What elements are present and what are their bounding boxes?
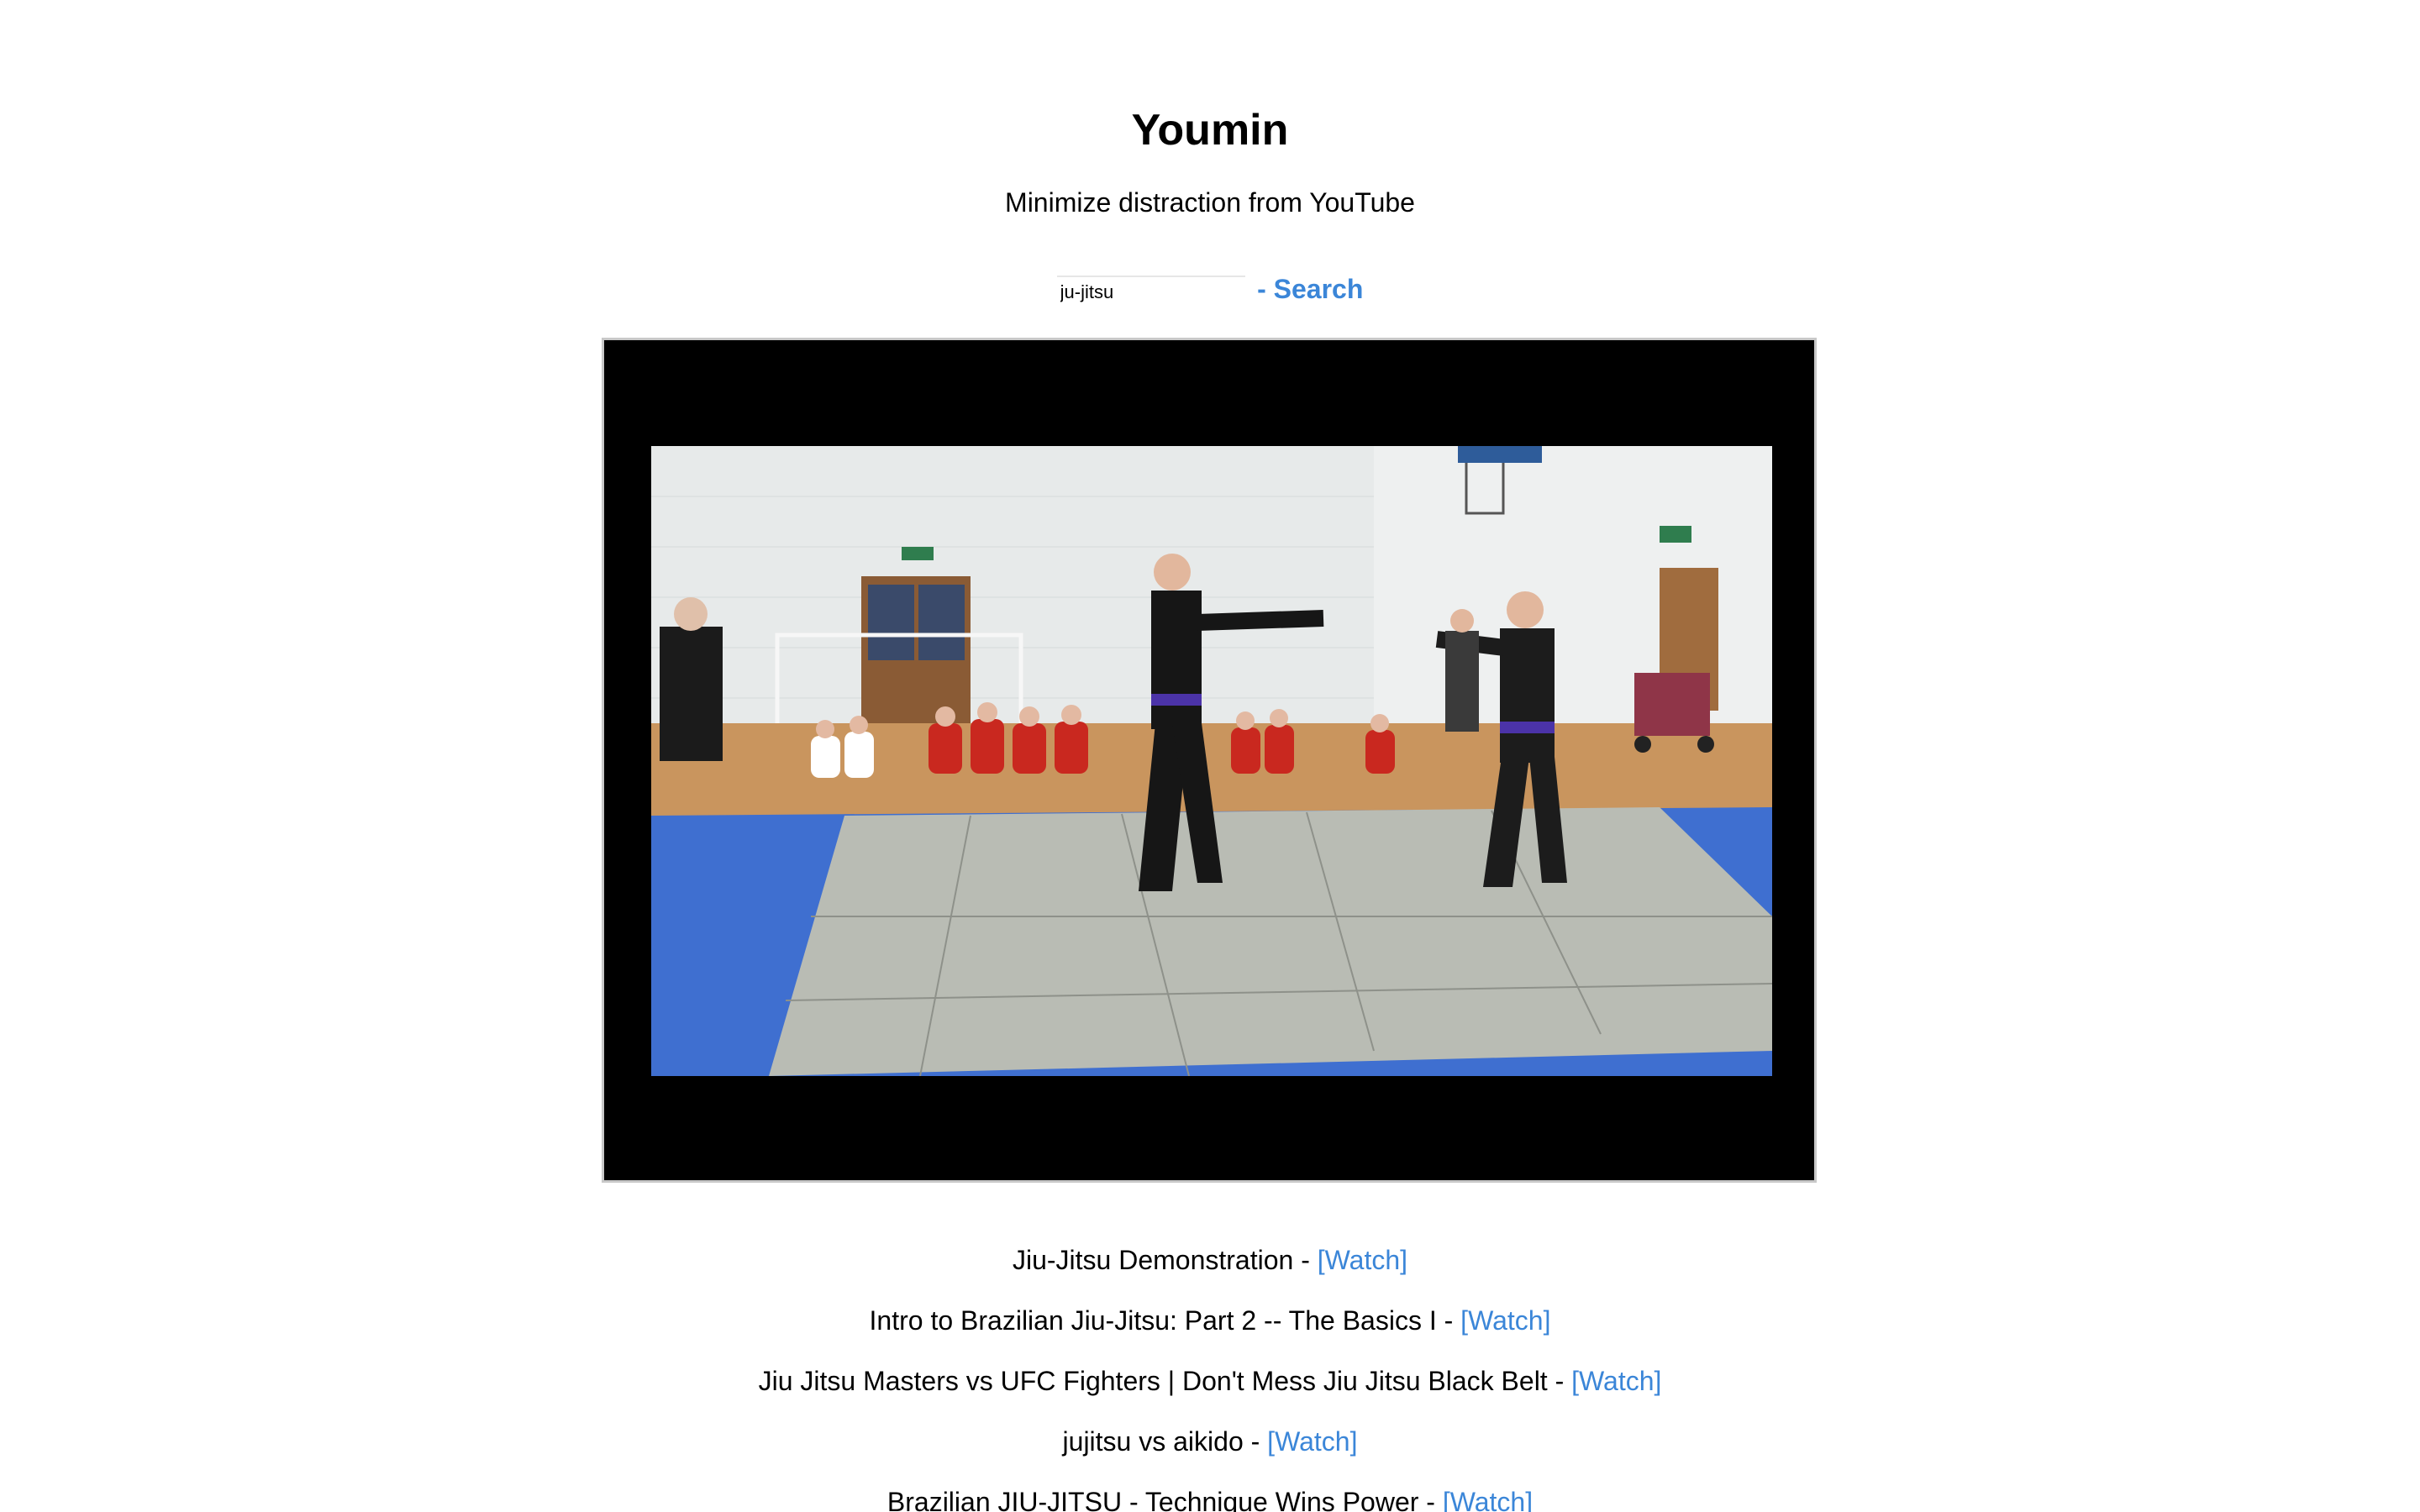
results-list: Jiu-Jitsu Demonstration - [Watch] Intro … — [0, 1243, 2420, 1512]
page: Youmin Minimize distraction from YouTube… — [0, 0, 2420, 1512]
result-item: Brazilian JIU-JITSU - Technique Wins Pow… — [0, 1485, 2420, 1512]
result-item: Jiu-Jitsu Demonstration - [Watch] — [0, 1243, 2420, 1304]
search-input[interactable] — [1056, 275, 1245, 304]
result-separator: - — [1418, 1487, 1443, 1512]
watch-link[interactable]: [Watch] — [1318, 1245, 1407, 1275]
video-thumbnail-image — [651, 446, 1772, 1076]
search-form: - Search — [0, 274, 2420, 312]
result-separator: - — [1436, 1305, 1461, 1336]
result-item: Jiu Jitsu Masters vs UFC Fighters | Don'… — [0, 1364, 2420, 1425]
result-title: Jiu-Jitsu Demonstration — [1012, 1245, 1294, 1275]
result-title: jujitsu vs aikido — [1062, 1426, 1244, 1457]
watch-link[interactable]: [Watch] — [1267, 1426, 1357, 1457]
result-title: Intro to Brazilian Jiu-Jitsu: Part 2 -- … — [869, 1305, 1437, 1336]
result-separator: - — [1243, 1426, 1268, 1457]
app-title: Youmin — [1131, 106, 1289, 155]
search-button[interactable]: - Search — [1257, 274, 1363, 305]
video-frame[interactable] — [651, 446, 1772, 1076]
watch-link[interactable]: [Watch] — [1460, 1305, 1550, 1336]
app-subtitle: Minimize distraction from YouTube — [1005, 187, 1415, 218]
result-title: Brazilian JIU-JITSU - Technique Wins Pow… — [886, 1487, 1419, 1512]
video-player[interactable] — [602, 338, 1817, 1183]
watch-link[interactable]: [Watch] — [1571, 1366, 1661, 1396]
result-title: Jiu Jitsu Masters vs UFC Fighters | Don'… — [758, 1366, 1548, 1396]
watch-link[interactable]: [Watch] — [1443, 1487, 1533, 1512]
result-item: Intro to Brazilian Jiu-Jitsu: Part 2 -- … — [0, 1304, 2420, 1364]
result-separator: - — [1547, 1366, 1572, 1396]
result-item: jujitsu vs aikido - [Watch] — [0, 1425, 2420, 1485]
result-separator: - — [1293, 1245, 1318, 1275]
